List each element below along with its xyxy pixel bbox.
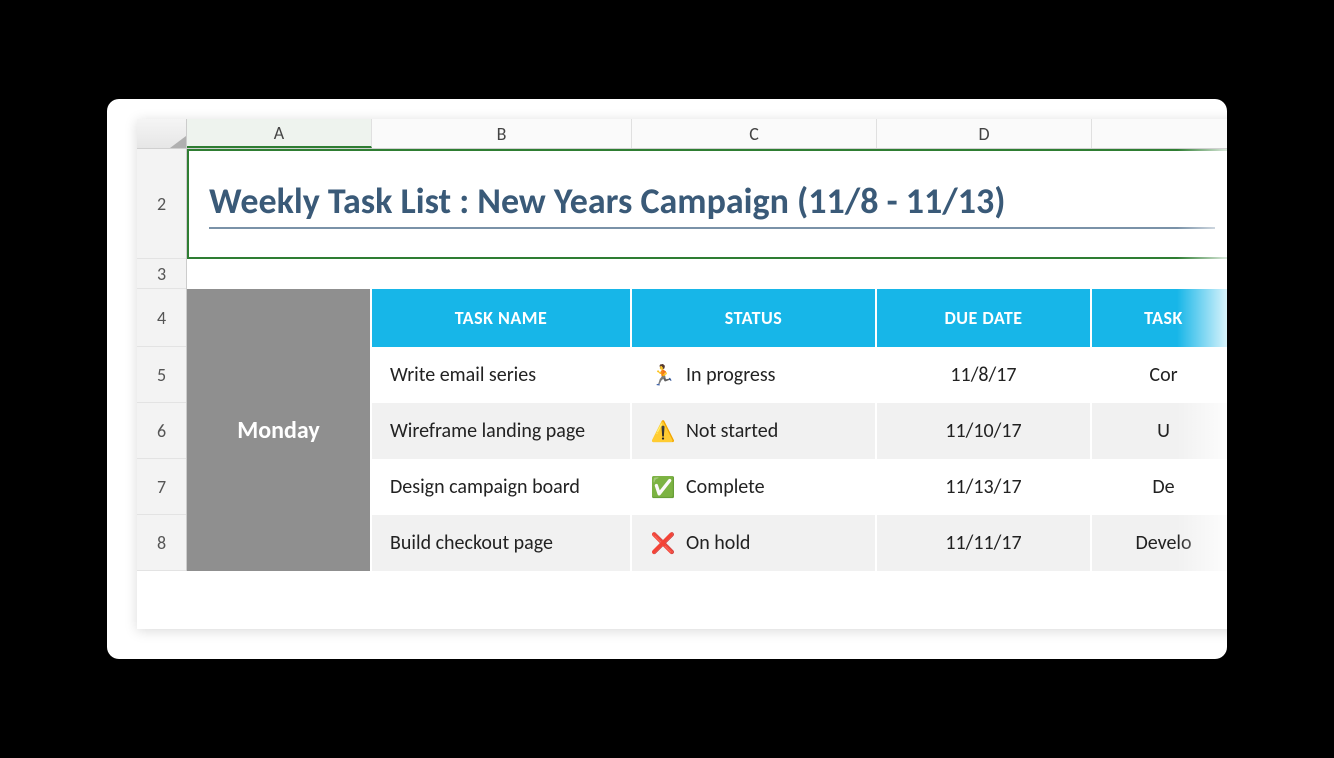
- cell-status[interactable]: ✅ Complete: [632, 459, 877, 515]
- cell-owner[interactable]: U: [1092, 403, 1227, 459]
- cell-status[interactable]: ⚠️ Not started: [632, 403, 877, 459]
- cell-due[interactable]: 11/13/17: [877, 459, 1092, 515]
- row-header-gutter: 2 3 4 5 6 7 8: [137, 149, 187, 571]
- cell-owner[interactable]: Cor: [1092, 347, 1227, 403]
- cell-owner[interactable]: De: [1092, 459, 1227, 515]
- screenshot-frame: A B C D 2 3 4 5 6 7 8 Weekly Task List :…: [107, 99, 1227, 659]
- header-task-name[interactable]: TASK NAME: [372, 289, 632, 347]
- check-icon: ✅: [650, 475, 676, 500]
- row-header-4[interactable]: 4: [137, 289, 186, 347]
- column-header-b[interactable]: B: [372, 119, 632, 148]
- cell-task[interactable]: Write email series: [372, 347, 632, 403]
- running-icon: 🏃: [650, 363, 676, 388]
- cell-owner[interactable]: Develo: [1092, 515, 1227, 571]
- status-text: Not started: [686, 419, 778, 443]
- spreadsheet[interactable]: A B C D 2 3 4 5 6 7 8 Weekly Task List :…: [137, 119, 1227, 629]
- task-table: Monday TASK NAME STATUS DUE DATE TASK Wr…: [187, 289, 1227, 571]
- header-task-owner[interactable]: TASK: [1092, 289, 1227, 347]
- cell-task[interactable]: Design campaign board: [372, 459, 632, 515]
- row-header-7[interactable]: 7: [137, 459, 186, 515]
- cell-due[interactable]: 11/10/17: [877, 403, 1092, 459]
- cell-due[interactable]: 11/11/17: [877, 515, 1092, 571]
- cell-due[interactable]: 11/8/17: [877, 347, 1092, 403]
- header-due-date[interactable]: DUE DATE: [877, 289, 1092, 347]
- table-row: Design campaign board ✅ Complete 11/13/1…: [372, 459, 1227, 515]
- sheet-title: Weekly Task List : New Years Campaign (1…: [209, 179, 1215, 229]
- row-header-3[interactable]: 3: [137, 259, 186, 289]
- column-header-e[interactable]: [1092, 119, 1227, 148]
- status-text: Complete: [686, 475, 765, 499]
- warning-icon: ⚠️: [650, 419, 676, 444]
- column-header-row: A B C D: [137, 119, 1227, 149]
- table-row: Build checkout page ❌ On hold 11/11/17 D…: [372, 515, 1227, 571]
- select-all-triangle[interactable]: [137, 119, 187, 148]
- column-header-d[interactable]: D: [877, 119, 1092, 148]
- cell-task[interactable]: Wireframe landing page: [372, 403, 632, 459]
- column-header-c[interactable]: C: [632, 119, 877, 148]
- row-header-5[interactable]: 5: [137, 347, 186, 403]
- cell-task[interactable]: Build checkout page: [372, 515, 632, 571]
- row-header-8[interactable]: 8: [137, 515, 186, 571]
- row-header-6[interactable]: 6: [137, 403, 186, 459]
- title-cell[interactable]: Weekly Task List : New Years Campaign (1…: [187, 149, 1227, 259]
- column-header-a[interactable]: A: [187, 119, 372, 148]
- status-text: On hold: [686, 531, 750, 555]
- table-row: Wireframe landing page ⚠️ Not started 11…: [372, 403, 1227, 459]
- cell-status[interactable]: 🏃 In progress: [632, 347, 877, 403]
- day-label-cell[interactable]: Monday: [187, 289, 372, 571]
- table-row: Write email series 🏃 In progress 11/8/17…: [372, 347, 1227, 403]
- empty-row-3[interactable]: [187, 259, 1227, 289]
- row-header-2[interactable]: 2: [137, 149, 186, 259]
- status-text: In progress: [686, 363, 776, 387]
- header-status[interactable]: STATUS: [632, 289, 877, 347]
- day-label: Monday: [237, 416, 319, 445]
- table-header-row: TASK NAME STATUS DUE DATE TASK: [372, 289, 1227, 347]
- x-icon: ❌: [650, 531, 676, 556]
- cell-status[interactable]: ❌ On hold: [632, 515, 877, 571]
